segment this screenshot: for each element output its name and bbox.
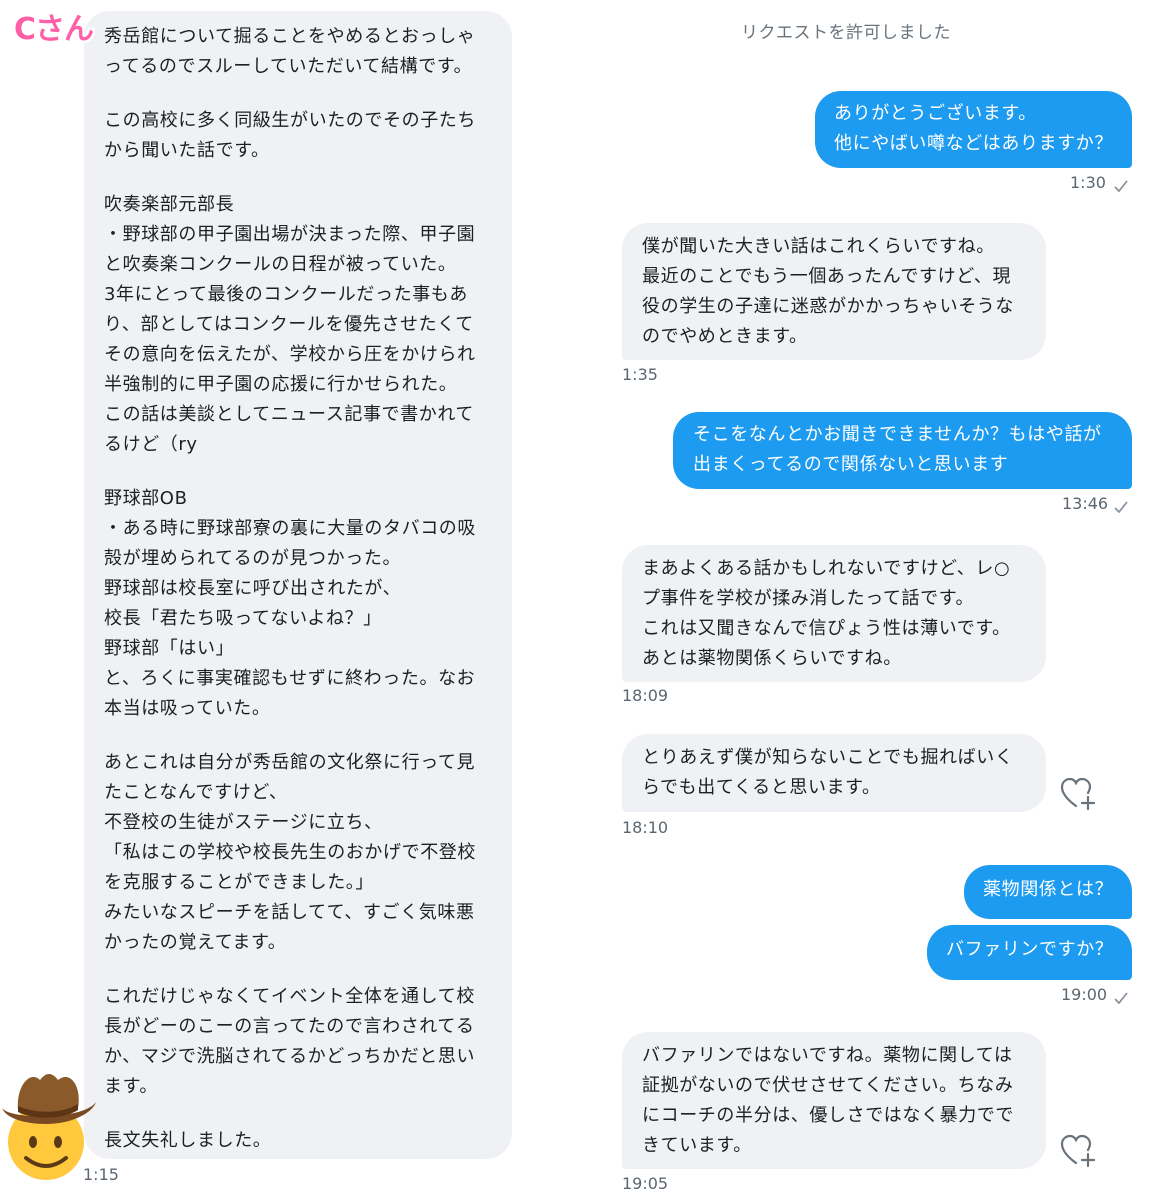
check-icon <box>1114 180 1128 192</box>
received-long-message-bubble: 秀岳館について掘ることをやめるとおっしゃ ってるのでスルーしていただいて結構です… <box>84 11 512 1159</box>
heart-plus-icon[interactable] <box>1060 1134 1096 1168</box>
received-message-bubble[interactable]: バファリンではないですね。薬物に関しては 証拠がないので伏せさせてください。ちな… <box>622 1032 1046 1169</box>
sender-label: Cさん <box>14 12 94 47</box>
message-paragraph: 秀岳館について掘ることをやめるとおっしゃ ってるのでスルーしていただいて結構です… <box>104 26 476 77</box>
message-paragraph: この高校に多く同級生がいたのでその子たち から聞いた話です。 <box>104 110 476 161</box>
check-icon <box>1114 501 1128 513</box>
received-message-bubble[interactable]: とりあえず僕が知らないことでも掘ればいく らでも出てくると思います。 <box>622 734 1046 812</box>
message-paragraph: 吹奏楽部元部長 ・野球部の甲子園出場が決まった際、甲子園 と吹奏楽コンクールの日… <box>104 194 476 455</box>
sent-message-bubble[interactable]: バファリンですか？ <box>927 925 1132 980</box>
message-paragraph: 野球部OB ・ある時に野球部寮の裏に大量のタバコの吸 殻が埋められてるのが見つか… <box>104 488 476 719</box>
received-message-bubble[interactable]: 僕が聞いた大きい話はこれくらいですね。 最近のことでもう一個あったんですけど、現… <box>622 223 1046 360</box>
message-timestamp: 1:30 <box>1070 173 1106 192</box>
received-message-bubble[interactable]: まあよくある話かもしれないですけど、レ○ プ事件を学校が揉み消したって話です。 … <box>622 545 1046 682</box>
message-timestamp: 19:00 <box>1061 985 1108 1004</box>
message-timestamp: 18:09 <box>622 686 669 705</box>
sent-message-bubble[interactable]: 薬物関係とは？ <box>964 865 1132 919</box>
message-timestamp: 1:35 <box>622 365 658 384</box>
message-timestamp: 19:05 <box>622 1174 669 1193</box>
sent-message-bubble[interactable]: ありがとうございます。 他にやばい噂などはありますか？ <box>815 91 1132 168</box>
message-paragraph: 長文失礼しました。 <box>104 1130 272 1151</box>
check-icon <box>1114 992 1128 1004</box>
sent-message-bubble[interactable]: そこをなんとかお聞きできませんか？もはや話が 出まくってるので関係ないと思います <box>673 412 1132 489</box>
request-accepted-notice: リクエストを許可しました <box>741 23 951 43</box>
dm-screenshot-collage: 秀岳館について掘ることをやめるとおっしゃ ってるのでスルーしていただいて結構です… <box>0 0 1151 1200</box>
cowboy-emoji-icon[interactable] <box>0 1062 100 1182</box>
message-paragraph: あとこれは自分が秀岳館の文化祭に行って見 たことなんですけど、 不登校の生徒がス… <box>104 752 476 953</box>
heart-plus-icon[interactable] <box>1060 777 1096 811</box>
message-timestamp: 1:15 <box>83 1165 119 1184</box>
message-timestamp: 13:46 <box>1062 494 1109 513</box>
message-paragraph: これだけじゃなくてイベント全体を通して校 長がどーのこーの言ってたので言わされて… <box>104 986 476 1097</box>
message-timestamp: 18:10 <box>622 818 669 837</box>
